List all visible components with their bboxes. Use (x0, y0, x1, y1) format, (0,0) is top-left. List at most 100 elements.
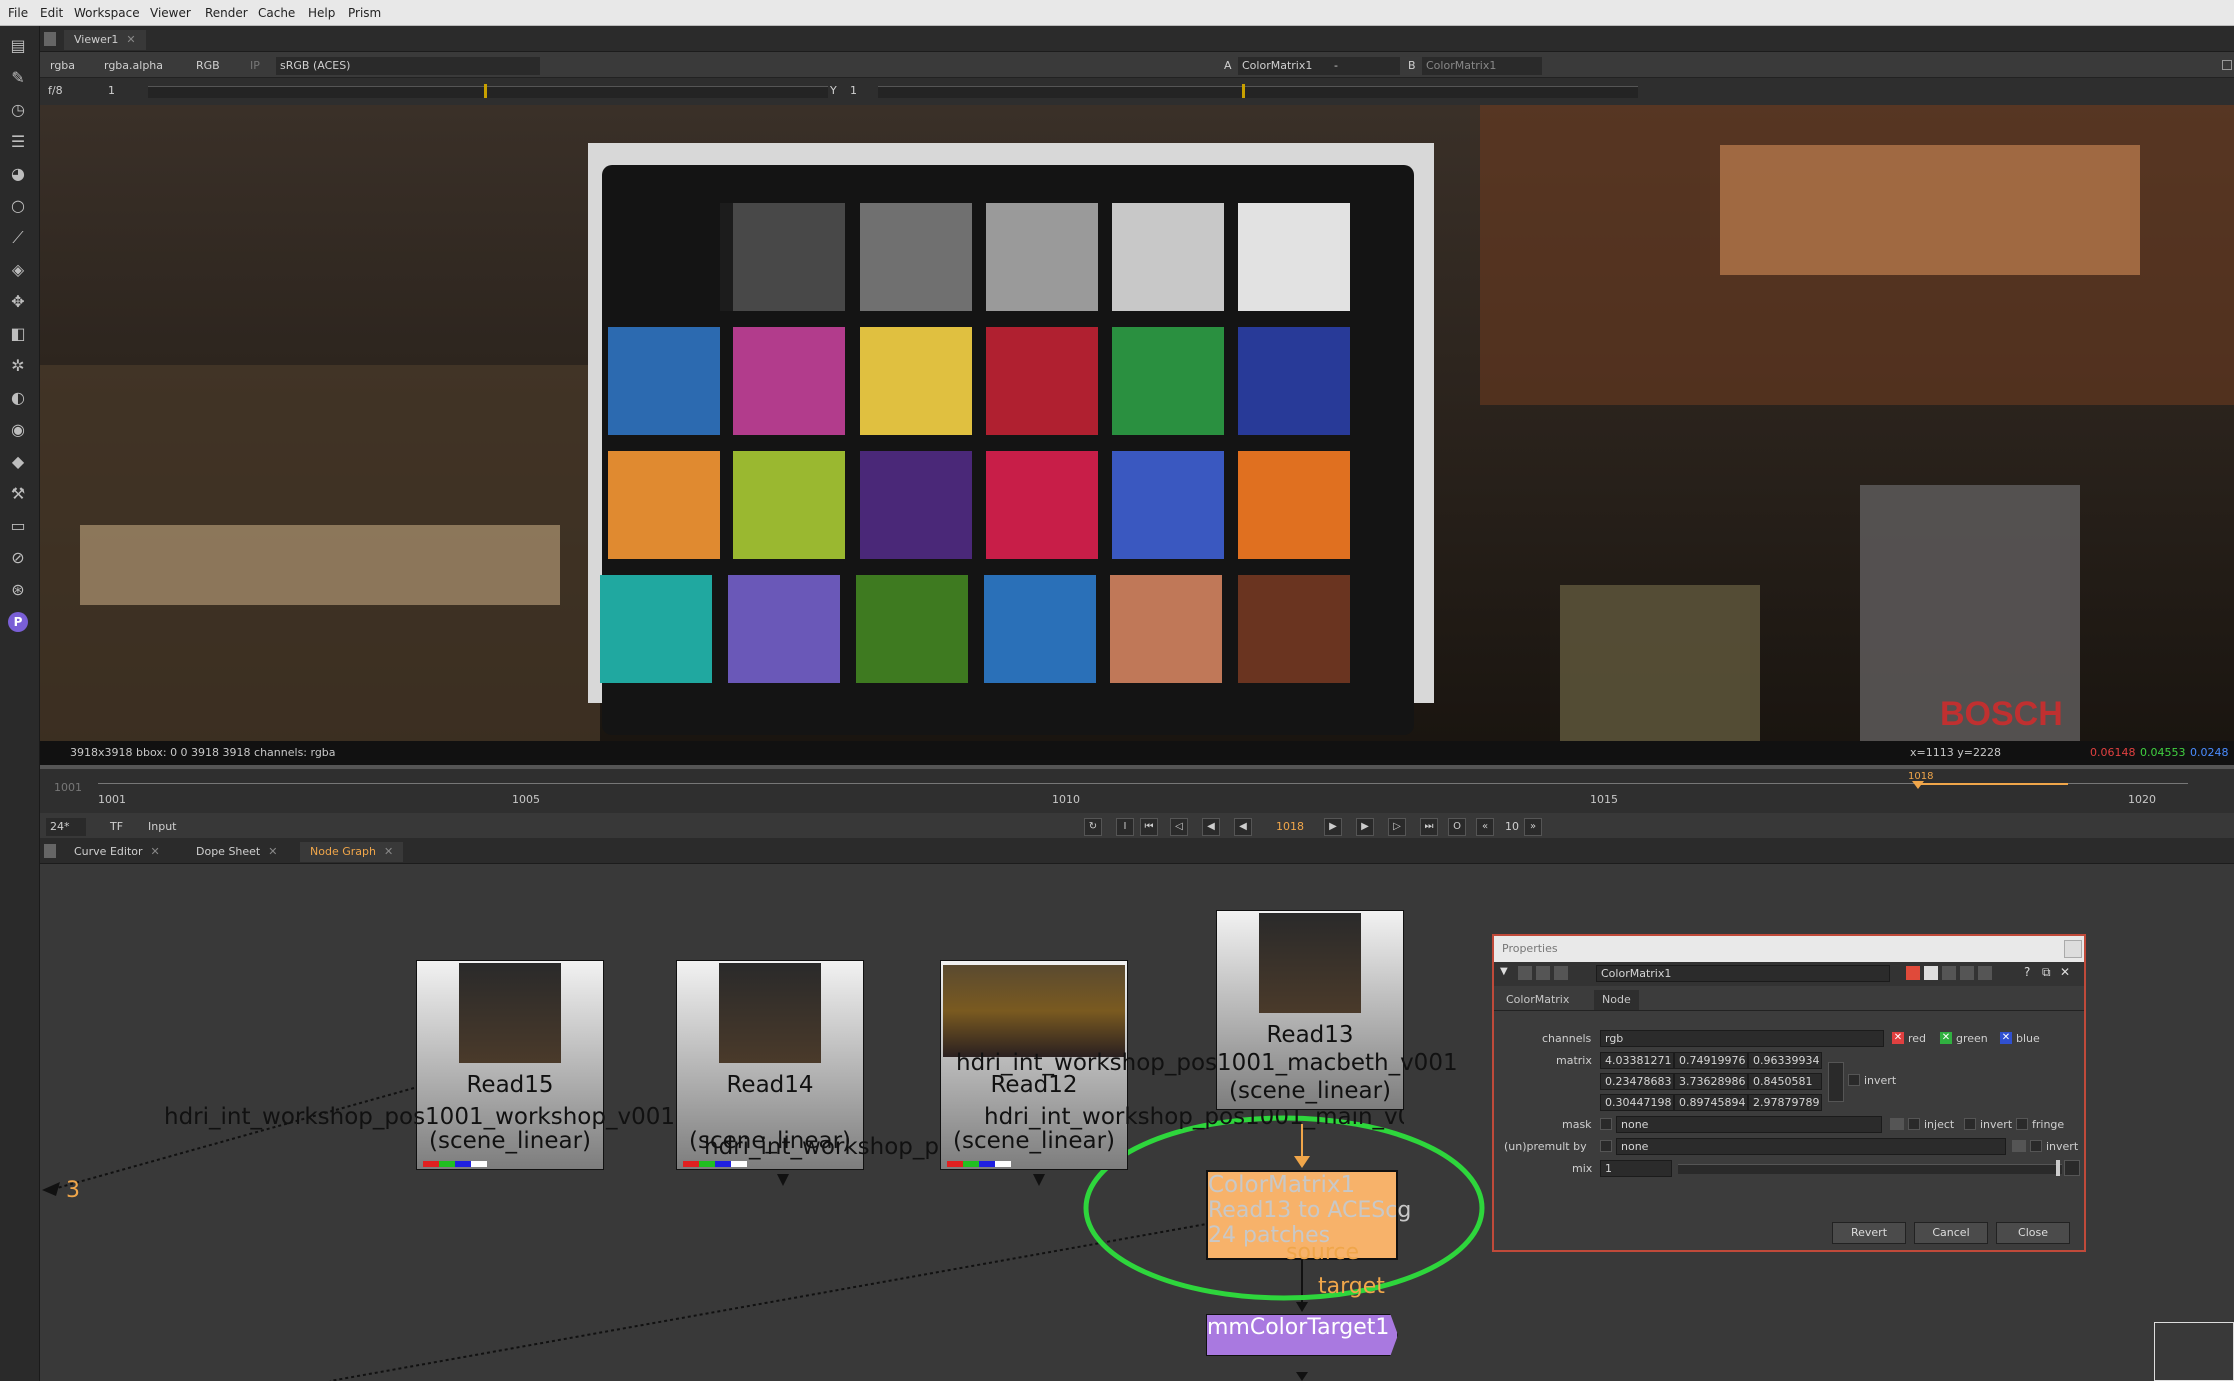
menu-render[interactable]: Render (205, 6, 248, 20)
close-button[interactable]: Close (1996, 1222, 2070, 1244)
time-icon[interactable]: ◷ (6, 98, 30, 122)
timeline-range-bar[interactable] (40, 765, 2234, 769)
skip-forward-icon[interactable]: » (1524, 818, 1542, 836)
curve-icon[interactable] (2064, 1160, 2080, 1176)
float-icon[interactable]: ⧉ (2042, 965, 2051, 980)
views-icon[interactable]: ◉ (6, 418, 30, 442)
image-icon[interactable]: ▤ (6, 34, 30, 58)
first-frame-icon[interactable]: ⏮ (1140, 818, 1158, 836)
step-forward-icon[interactable]: ▶ (1356, 818, 1374, 836)
playhead[interactable] (1912, 781, 1924, 789)
revert-button[interactable]: Revert (1832, 1222, 1906, 1244)
deep-icon[interactable]: ◐ (6, 386, 30, 410)
3d-icon[interactable]: ◧ (6, 322, 30, 346)
node-name-field[interactable]: ColorMatrix1 (1596, 965, 1890, 982)
matrix-cell[interactable]: 0.30447198 (1600, 1094, 1674, 1111)
filter-icon[interactable]: ○ (6, 194, 30, 218)
gamma-slider-handle[interactable] (1242, 84, 1245, 98)
draw-icon[interactable]: ✎ (6, 66, 30, 90)
center-icon[interactable] (1536, 966, 1550, 980)
menu-file[interactable]: File (8, 6, 28, 20)
gain-slider[interactable] (148, 86, 828, 98)
mask-checkbox[interactable] (1600, 1118, 1612, 1130)
close-panel-icon[interactable] (2064, 940, 2082, 958)
tab-colormatrix[interactable]: ColorMatrix (1498, 990, 1578, 1010)
wipe-op-dropdown[interactable]: - (1330, 57, 1400, 75)
close-icon[interactable]: ✕ (2060, 965, 2070, 979)
mix-slider[interactable] (1678, 1164, 2062, 1174)
color-icon[interactable]: ◕ (6, 162, 30, 186)
step-back-icon[interactable]: ◀ (1202, 818, 1220, 836)
premult-menu-icon[interactable] (2012, 1140, 2026, 1152)
gizmo-icon[interactable]: ⊛ (6, 578, 30, 602)
timeline[interactable]: 1001 1001 1005 1010 1015 1020 1018 (40, 765, 2234, 813)
matrix-cell[interactable]: 0.89745894 (1674, 1094, 1748, 1111)
collapse-icon[interactable]: ▼ (1500, 966, 1514, 980)
other-icon[interactable]: ▭ (6, 514, 30, 538)
frame-field[interactable]: 1018 (1264, 818, 1316, 836)
menu-workspace[interactable]: Workspace (74, 6, 140, 20)
read15-node[interactable]: Read15 (scene_linear) (416, 960, 604, 1170)
display-channel-dropdown[interactable]: RGB (196, 57, 220, 75)
green-checkbox[interactable]: ✕ (1940, 1032, 1952, 1044)
pane-menu-icon[interactable] (44, 844, 56, 858)
toolsets-icon[interactable]: ⚒ (6, 482, 30, 506)
matrix-cell[interactable]: 0.23478683 (1600, 1073, 1674, 1090)
matrix-cell[interactable]: 0.8450581 (1748, 1073, 1822, 1090)
matrix-cell[interactable]: 2.97879789 (1748, 1094, 1822, 1111)
tab-viewer1[interactable]: Viewer1 ✕ (64, 30, 146, 50)
particles-icon[interactable]: ✲ (6, 354, 30, 378)
pane-menu-icon[interactable] (44, 32, 56, 46)
close-icon[interactable]: ✕ (384, 845, 393, 858)
close-icon[interactable]: ✕ (151, 845, 160, 858)
maximize-icon[interactable] (2222, 60, 2232, 70)
out-point-icon[interactable]: O (1448, 818, 1466, 836)
mix-slider-handle[interactable] (2056, 1160, 2060, 1176)
viewer-canvas[interactable]: BOSCH (40, 105, 2234, 741)
alpha-dropdown[interactable]: rgba.alpha (104, 57, 163, 75)
ip-button[interactable]: IP (250, 57, 260, 75)
matrix-invert-checkbox[interactable] (1848, 1074, 1860, 1086)
menu-cache[interactable]: Cache (258, 6, 295, 20)
help-icon[interactable]: ? (2024, 965, 2030, 979)
channels-dropdown[interactable]: rgba (50, 57, 75, 75)
menu-viewer[interactable]: Viewer (150, 6, 191, 20)
tab-dope-sheet[interactable]: Dope Sheet ✕ (186, 842, 287, 862)
matrix-cell[interactable]: 3.73628986 (1674, 1073, 1748, 1090)
curve-icon[interactable] (1828, 1062, 1844, 1102)
keyer-icon[interactable]: ⟋ (6, 226, 30, 250)
fstop-label[interactable]: f/8 (48, 82, 63, 100)
hide-input-icon[interactable] (1924, 966, 1938, 980)
menu-edit[interactable]: Edit (40, 6, 63, 20)
cancel-button[interactable]: Cancel (1914, 1222, 1988, 1244)
merge-icon[interactable]: ◈ (6, 258, 30, 282)
fringe-checkbox[interactable] (2016, 1118, 2028, 1130)
next-key-icon[interactable]: ▷ (1388, 818, 1406, 836)
step-field[interactable]: 10 (1500, 818, 1524, 836)
mask-menu-icon[interactable] (1890, 1118, 1904, 1130)
b-input-dropdown[interactable]: ColorMatrix1 (1422, 57, 1542, 75)
close-icon[interactable]: ✕ (126, 33, 135, 46)
premult-invert-checkbox[interactable] (2030, 1140, 2042, 1152)
channel-icon[interactable]: ☰ (6, 130, 30, 154)
read13-node[interactable]: Read13 (scene_linear) (1216, 910, 1404, 1110)
tf-dropdown[interactable]: TF (110, 818, 123, 836)
matrix-cell[interactable]: 0.96339934 (1748, 1052, 1822, 1069)
blue-checkbox[interactable]: ✕ (2000, 1032, 2012, 1044)
revert-icon[interactable] (1978, 966, 1992, 980)
matrix-cell[interactable]: 4.03381271 (1600, 1052, 1674, 1069)
mask-invert-checkbox[interactable] (1964, 1118, 1976, 1130)
undo-icon[interactable] (1942, 966, 1956, 980)
mix-field[interactable]: 1 (1600, 1160, 1672, 1177)
prev-key-icon[interactable]: ◁ (1170, 818, 1188, 836)
play-back-icon[interactable]: ◀ (1234, 818, 1252, 836)
furnace-icon[interactable]: ⊘ (6, 546, 30, 570)
premult-dropdown[interactable]: none (1616, 1138, 2006, 1155)
play-icon[interactable]: ▶ (1324, 818, 1342, 836)
gamma-slider[interactable] (878, 86, 1638, 98)
transform-icon[interactable]: ✥ (6, 290, 30, 314)
metadata-icon[interactable]: ◆ (6, 450, 30, 474)
menu-prism[interactable]: Prism (348, 6, 381, 20)
premult-checkbox[interactable] (1600, 1140, 1612, 1152)
mmcolortarget1-node[interactable]: mmColorTarget1 (1206, 1314, 1398, 1356)
